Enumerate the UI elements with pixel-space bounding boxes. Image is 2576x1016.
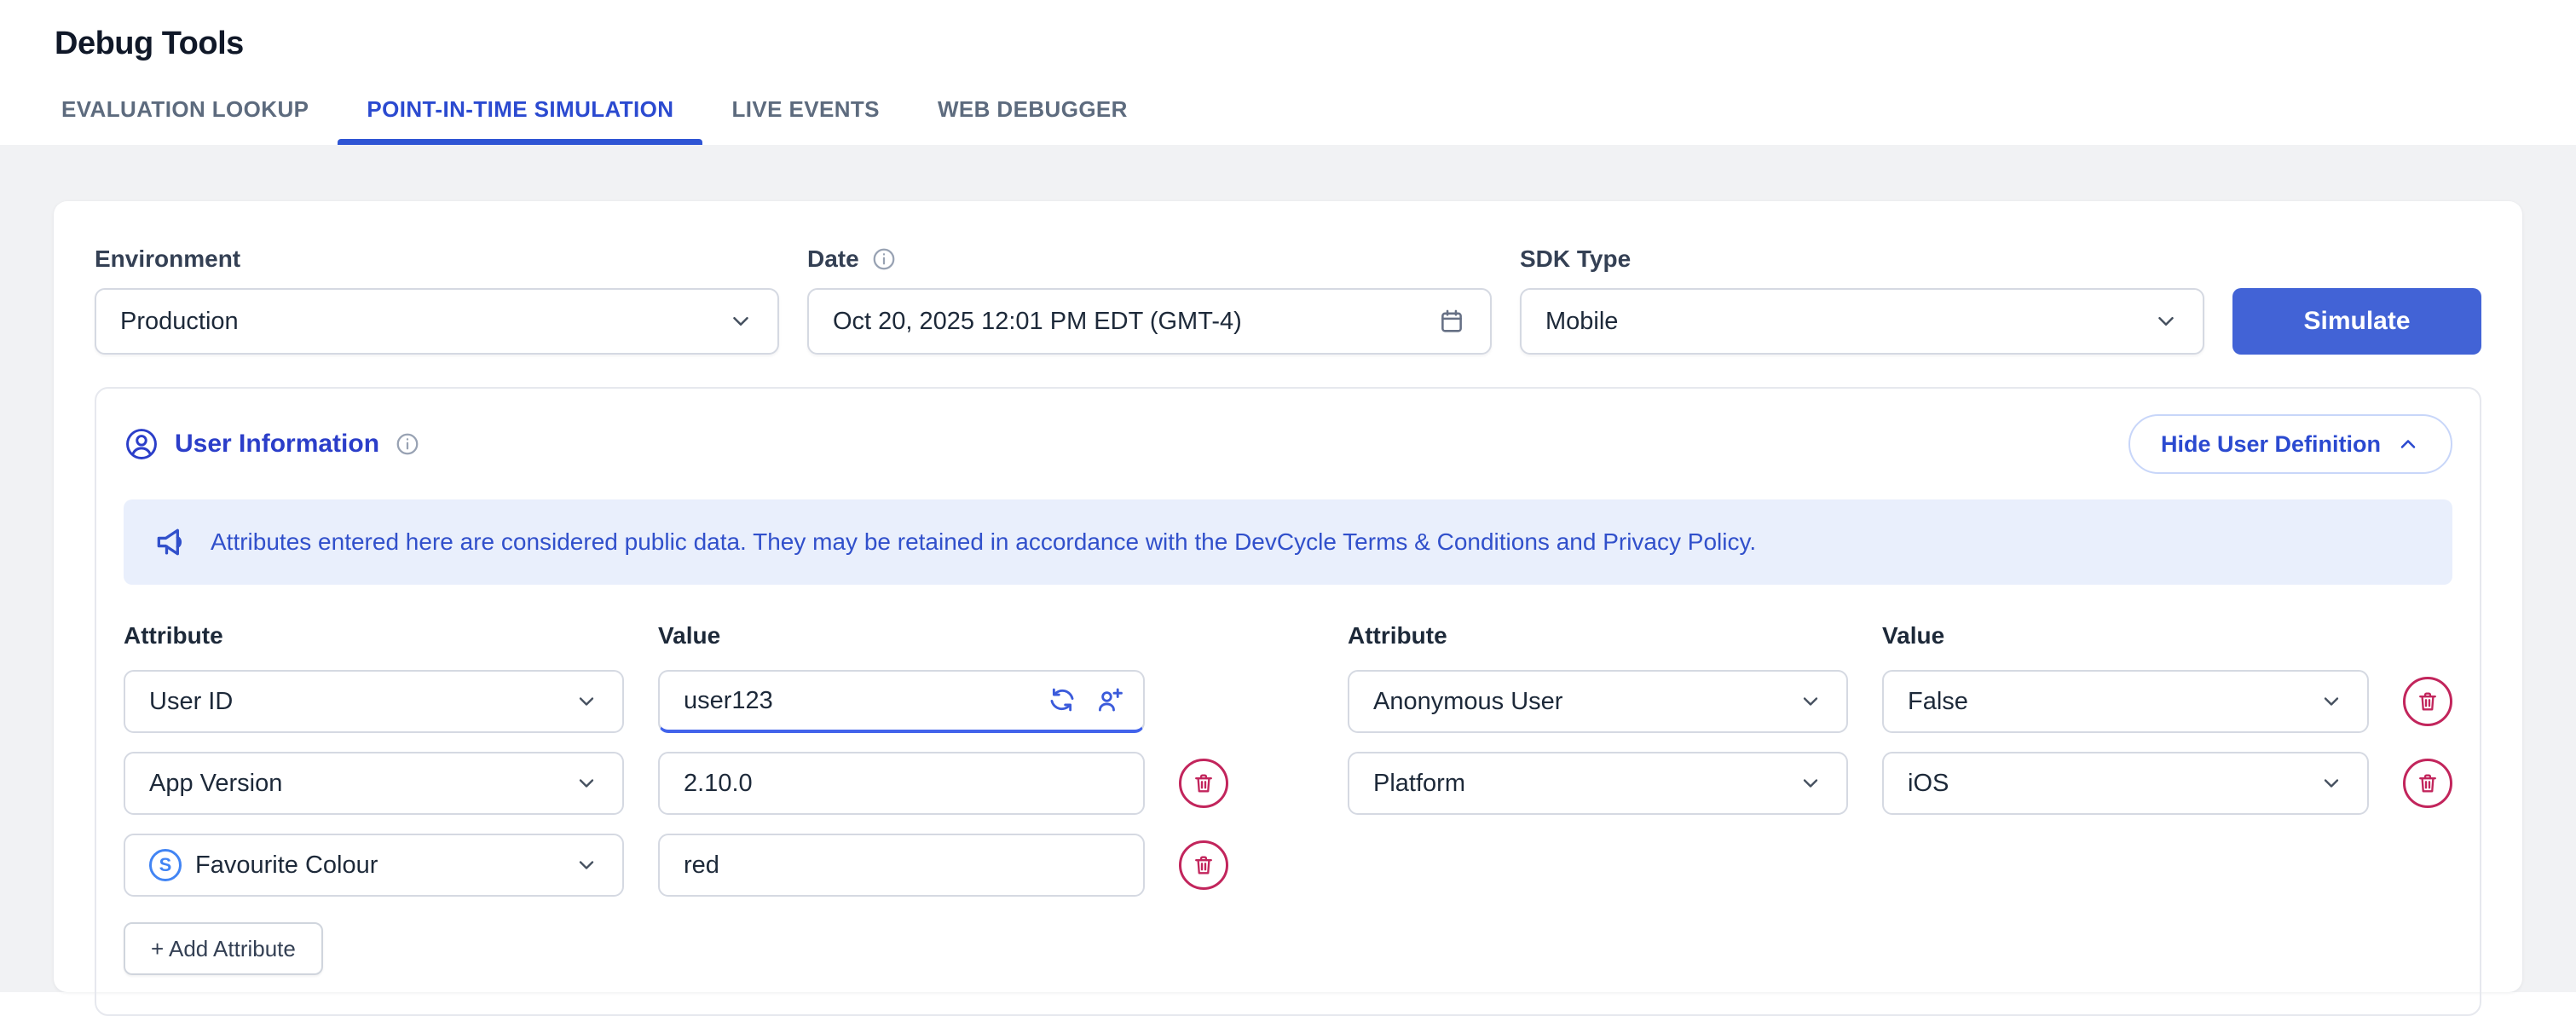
attributes-area: Attribute Value User ID: [124, 622, 2452, 975]
value-column-header: Value: [658, 622, 1145, 649]
banner-text: Attributes entered here are considered p…: [211, 528, 1756, 556]
tab-web-debugger[interactable]: WEB DEBUGGER: [909, 96, 1157, 145]
delete-anonymous-user-button[interactable]: [2403, 677, 2452, 726]
add-user-icon[interactable]: [1095, 685, 1124, 714]
hide-user-definition-button[interactable]: Hide User Definition: [2128, 414, 2452, 474]
public-data-banner: Attributes entered here are considered p…: [124, 499, 2452, 585]
platform-value-select[interactable]: iOS: [1882, 752, 2369, 815]
environment-select[interactable]: Production: [95, 288, 779, 355]
delete-favourite-colour-button[interactable]: [1179, 840, 1228, 890]
chevron-down-icon: [728, 309, 754, 334]
attribute-select-app-version[interactable]: App Version: [124, 752, 624, 815]
delete-platform-button[interactable]: [2403, 759, 2452, 808]
user-id-value-wrap: [658, 670, 1145, 733]
simulate-button[interactable]: Simulate: [2232, 288, 2481, 355]
value-column-header: Value: [1882, 622, 2369, 649]
attribute-column-header: Attribute: [1348, 622, 1848, 649]
refresh-user-icon[interactable]: [1048, 685, 1077, 714]
environment-field: Environment Production: [95, 245, 779, 355]
chevron-down-icon: [575, 690, 598, 713]
trash-icon: [1192, 853, 1216, 877]
attributes-left-column: Attribute Value User ID: [124, 622, 1228, 975]
tab-bar: EVALUATION LOOKUP POINT-IN-TIME SIMULATI…: [55, 96, 2576, 145]
tab-evaluation-lookup[interactable]: EVALUATION LOOKUP: [55, 96, 338, 145]
chevron-up-icon: [2396, 432, 2420, 456]
simulation-card: Environment Production Date Oct: [54, 201, 2522, 992]
chevron-down-icon: [1799, 690, 1822, 713]
delete-app-version-button[interactable]: [1179, 759, 1228, 808]
sdk-type-label: SDK Type: [1520, 245, 2204, 273]
info-icon[interactable]: [395, 431, 420, 457]
tab-live-events[interactable]: LIVE EVENTS: [702, 96, 908, 145]
user-information-section: User Information Hide User Definition At…: [95, 387, 2481, 1016]
user-information-header: User Information Hide User Definition: [124, 414, 2452, 474]
attribute-select-favourite-colour[interactable]: S Favourite Colour: [124, 834, 624, 897]
chevron-down-icon: [575, 771, 598, 795]
page-title: Debug Tools: [55, 26, 2576, 62]
string-type-icon: S: [149, 849, 182, 881]
chevron-down-icon: [1799, 771, 1822, 795]
attribute-select-anonymous-user[interactable]: Anonymous User: [1348, 670, 1848, 733]
attribute-select-platform[interactable]: Platform: [1348, 752, 1848, 815]
page-header: Debug Tools EVALUATION LOOKUP POINT-IN-T…: [0, 0, 2576, 145]
simulation-controls-row: Environment Production Date Oct: [95, 245, 2481, 355]
favourite-colour-value-input[interactable]: [658, 834, 1145, 897]
anonymous-user-value-select[interactable]: False: [1882, 670, 2369, 733]
sdk-type-field: SDK Type Mobile: [1520, 245, 2204, 355]
chevron-down-icon: [2319, 771, 2343, 795]
environment-label: Environment: [95, 245, 779, 273]
calendar-icon: [1437, 307, 1466, 336]
sdk-type-value: Mobile: [1545, 308, 1618, 336]
info-icon[interactable]: [871, 246, 897, 272]
attribute-select-user-id[interactable]: User ID: [124, 670, 624, 733]
megaphone-icon: [153, 523, 190, 561]
main-content: Environment Production Date Oct: [0, 145, 2576, 992]
chevron-down-icon: [2153, 309, 2179, 334]
attributes-right-column: Attribute Value Anonymous User False: [1348, 622, 2452, 815]
app-version-value-input[interactable]: [658, 752, 1145, 815]
add-attribute-button[interactable]: + Add Attribute: [124, 922, 323, 975]
date-value: Oct 20, 2025 12:01 PM EDT (GMT-4): [833, 308, 1242, 336]
chevron-down-icon: [575, 853, 598, 877]
attribute-column-header: Attribute: [124, 622, 624, 649]
date-label: Date: [807, 245, 1492, 273]
tab-point-in-time-simulation[interactable]: POINT-IN-TIME SIMULATION: [338, 96, 702, 145]
sdk-type-select[interactable]: Mobile: [1520, 288, 2204, 355]
user-information-title: User Information: [124, 426, 420, 462]
trash-icon: [2416, 690, 2440, 713]
date-picker-input[interactable]: Oct 20, 2025 12:01 PM EDT (GMT-4): [807, 288, 1492, 355]
chevron-down-icon: [2319, 690, 2343, 713]
environment-value: Production: [120, 308, 239, 336]
date-field: Date Oct 20, 2025 12:01 PM EDT (GMT-4): [807, 245, 1492, 355]
trash-icon: [1192, 771, 1216, 795]
user-circle-icon: [124, 426, 159, 462]
trash-icon: [2416, 771, 2440, 795]
